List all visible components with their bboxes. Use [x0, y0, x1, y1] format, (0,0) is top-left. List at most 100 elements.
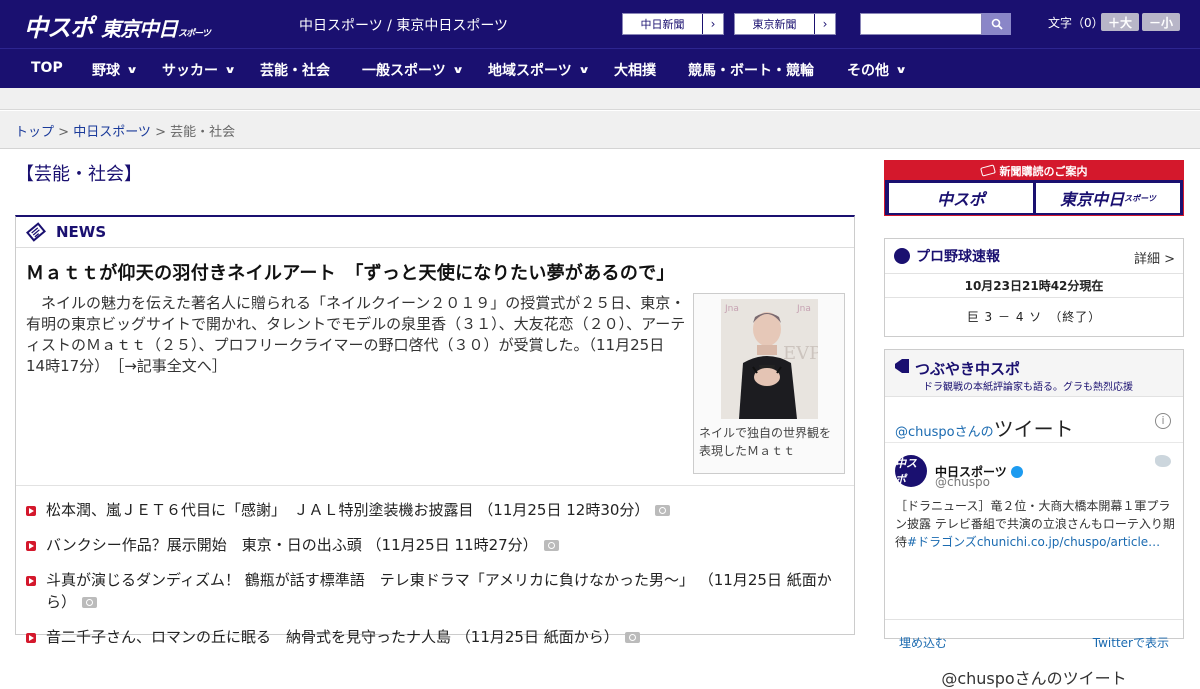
subscribe-tokyo-suffix: スポーツ [1124, 193, 1156, 203]
chevron-right-icon: › [822, 17, 828, 31]
more-tweets-link[interactable]: @chuspoさんのツイート [885, 665, 1183, 689]
top-story-photo[interactable]: Jna Jna EVP ネイルで独自の世界観を表現したＭａｔｔ [693, 293, 845, 474]
photo-matt[interactable]: Jna Jna EVP [721, 299, 818, 419]
nav-top[interactable]: TOP [31, 60, 63, 76]
list-item-meta: （11月25日 11時27分） [366, 536, 538, 554]
chevron-down-icon: ∨ [223, 64, 237, 76]
timeline-handle-text: @chuspoさんの [895, 425, 994, 440]
divider [16, 485, 854, 486]
list-item[interactable]: 音二千子さん、ロマンの丘に眠る 納骨式を見守ったナ人島 （11月25日 紙面から… [26, 626, 846, 648]
search-input[interactable] [860, 13, 982, 35]
nav-label: サッカー [162, 63, 218, 79]
news-header: NEWS [16, 217, 854, 248]
nav-sumo[interactable]: 大相撲 [614, 60, 656, 80]
tweet-text: ［ドラニュース］竜２位・大商大橋本開幕１軍プラン披露 テレビ番組で共演の立浪さん… [895, 497, 1175, 551]
breadcrumb-bar: トップ > 中日スポーツ > 芸能・社会 [0, 111, 1200, 149]
list-item-meta: （11月25日 12時30分） [478, 501, 650, 519]
arrow-bullet-icon [26, 541, 36, 551]
site-logo[interactable]: 中スポ 東京中日スポーツ [24, 8, 211, 43]
embed-link[interactable]: 埋め込む [899, 634, 947, 651]
avatar[interactable]: 中スポ [895, 455, 927, 487]
subscription-title-bar: 新聞購読のご案内 [885, 161, 1183, 180]
twitter-header: つぶやき中スポ ドラ観戦の本紙評論家も語る。グラも熱烈応援 [885, 350, 1183, 397]
nav-label: 地域スポーツ [488, 63, 572, 79]
font-size-label: 文字（0） [1048, 16, 1104, 30]
subscribe-tokyo-button[interactable]: 東京中日 スポーツ [1036, 183, 1180, 213]
baseball-detail-link[interactable]: 詳細 > [1134, 248, 1175, 267]
twitter-panel: つぶやき中スポ ドラ観戦の本紙評論家も語る。グラも熱烈応援 @chuspoさんの… [884, 349, 1184, 688]
nav-label: その他 [847, 63, 889, 79]
nav-racing[interactable]: 競馬・ボート・競輪 [688, 60, 814, 80]
chunichi-shimbun-button[interactable]: 中日新聞 › [622, 13, 724, 35]
tweet-link[interactable]: #ドラゴンズchunichi.co.jp/chuspo/article… [907, 535, 1160, 549]
ad-strip [0, 88, 1200, 110]
breadcrumb-current: 芸能・社会 [170, 125, 236, 140]
font-smaller-button[interactable]: －小 [1142, 13, 1180, 31]
news-list: 松本潤、嵐ＪＥＴ６代目に「感謝」 ＪＡＬ特別塗装機お披露目 （11月25日 12… [26, 499, 846, 661]
top-story-lead: ネイルの魅力を伝えた著名人に贈られる「ネイルクイーン２０１９」の授賞式が２５日、… [26, 293, 686, 377]
list-item[interactable]: バンクシー作品？展示開始 東京・日の出ふ頭 （11月25日 11時27分） [26, 534, 846, 556]
subscribe-chuspo-button[interactable]: 中スポ [889, 183, 1033, 213]
nav-baseball[interactable]: 野球 ∨ [92, 60, 138, 80]
svg-text:Jna: Jna [796, 304, 811, 314]
nav-soccer[interactable]: サッカー ∨ [162, 60, 237, 80]
baseball-title: プロ野球速報 [916, 249, 1000, 265]
ticket-icon [979, 164, 996, 177]
baseball-header: プロ野球速報 詳細 > [885, 239, 1183, 274]
baseball-score[interactable]: 巨 3 － 4 ソ （終了） [885, 298, 1183, 336]
subscribe-tokyo-label: 東京中日 [1060, 190, 1125, 209]
arrow-bullet-icon [26, 576, 36, 586]
tweet-timeline: @chuspoさんのツイート i 中スポ 中日スポーツ @chuspo ［ドラニ… [885, 397, 1183, 688]
list-item-title[interactable]: バンクシー作品？展示開始 東京・日の出ふ頭 [46, 536, 362, 554]
breadcrumb-top[interactable]: トップ [15, 125, 54, 140]
search-button[interactable] [982, 13, 1011, 35]
nav-label: 競馬・ボート・競輪 [688, 63, 814, 79]
chunichi-shimbun-label: 中日新聞 [623, 14, 703, 34]
arrow-bullet-icon [26, 506, 36, 516]
nav-general-sports[interactable]: 一般スポーツ ∨ [362, 60, 464, 80]
news-label: NEWS [56, 223, 107, 241]
site-links[interactable]: 中日スポーツ / 東京中日スポーツ [299, 15, 508, 35]
timeline-tweets-word: ツイート [993, 417, 1074, 441]
info-icon[interactable]: i [1155, 413, 1171, 429]
camera-icon [543, 540, 559, 551]
breadcrumb-separator: > [150, 125, 171, 140]
svg-text:Jna: Jna [724, 304, 739, 314]
person-photo-icon: Jna Jna EVP [721, 299, 818, 419]
top-story-headline[interactable]: Ｍａｔｔが仰天の羽付きネイルアート 「ずっと天使になりたい夢があるので」 [26, 259, 675, 285]
list-item[interactable]: 斗真が演じるダンディズム！ 鶴瓶が話す標準語 テレ東ドラマ「アメリカに負けなかっ… [26, 569, 846, 613]
photo-caption: ネイルで独自の世界観を表現したＭａｔｔ [699, 426, 832, 458]
logo-chuspo[interactable]: 中スポ [24, 8, 94, 43]
twitter-bird-icon[interactable] [1155, 455, 1171, 467]
baseball-timestamp: 10月23日21時42分現在 [885, 274, 1183, 298]
chevron-right-icon: › [710, 17, 716, 31]
logo-tokyo-chunichi[interactable]: 東京中日スポーツ [101, 13, 211, 42]
twitter-subtitle: ドラ観戦の本紙評論家も語る。グラも熱烈応援 [923, 382, 1133, 393]
read-more-link[interactable]: ［→記事全文へ］ [117, 357, 227, 375]
megaphone-icon [895, 359, 909, 373]
list-item-meta: （11月25日 紙面から） [455, 628, 619, 646]
baseball-icon [894, 248, 910, 264]
search-icon [991, 18, 1003, 30]
timeline-handle[interactable]: @chuspoさんのツイート [895, 413, 1074, 442]
nav-other[interactable]: その他 ∨ [847, 60, 907, 80]
view-on-twitter-link[interactable]: Twitterで表示 [1093, 634, 1169, 651]
nav-label: 野球 [92, 63, 120, 79]
nav-label: 大相撲 [614, 63, 656, 79]
svg-text:EVP: EVP [783, 343, 818, 364]
news-panel: NEWS Ｍａｔｔが仰天の羽付きネイルアート 「ずっと天使になりたい夢があるので… [15, 215, 855, 646]
breadcrumb-chuspo[interactable]: 中日スポーツ [73, 125, 151, 140]
list-item-title[interactable]: 音二千子さん、ロマンの丘に眠る 納骨式を見守ったナ人島 [46, 628, 451, 646]
list-item-title[interactable]: 斗真が演じるダンディズム！ 鶴瓶が話す標準語 テレ東ドラマ「アメリカに負けなかっ… [46, 571, 694, 589]
list-item-title[interactable]: 松本潤、嵐ＪＥＴ６代目に「感謝」 ＪＡＬ特別塗装機お披露目 [46, 501, 474, 519]
arrow-bullet-icon [26, 633, 36, 643]
nav-local-sports[interactable]: 地域スポーツ ∨ [488, 60, 590, 80]
font-larger-button[interactable]: ＋大 [1101, 13, 1139, 31]
header-bar: 中スポ 東京中日スポーツ 中日スポーツ / 東京中日スポーツ 中日新聞 › 東京… [0, 0, 1200, 48]
list-item[interactable]: 松本潤、嵐ＪＥＴ６代目に「感謝」 ＪＡＬ特別塗装機お披露目 （11月25日 12… [26, 499, 846, 521]
subscription-banner[interactable]: 新聞購読のご案内 中スポ 東京中日 スポーツ [884, 160, 1184, 216]
tweet-author-handle[interactable]: @chuspo [935, 475, 990, 489]
tokyo-shimbun-button[interactable]: 東京新聞 › [734, 13, 836, 35]
nav-entertainment[interactable]: 芸能・社会 [260, 60, 330, 80]
camera-icon [624, 632, 640, 643]
